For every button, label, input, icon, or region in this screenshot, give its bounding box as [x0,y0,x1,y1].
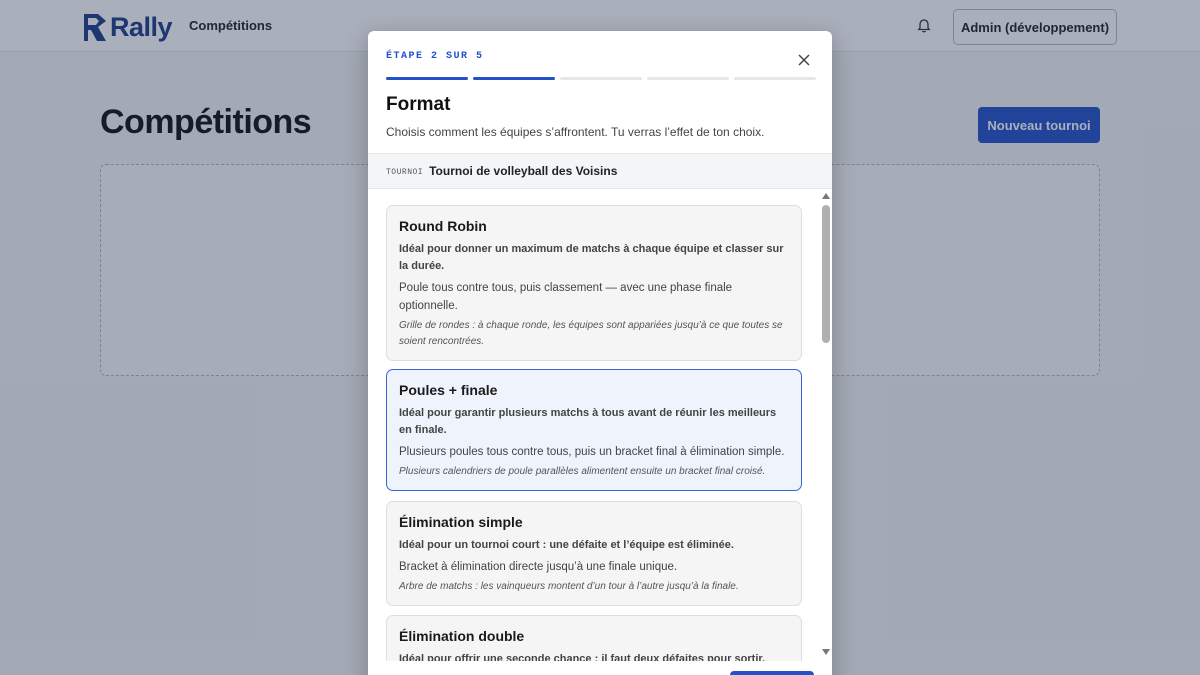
modal-title: Format [386,94,451,115]
format-option-pools-final[interactable]: Poules + finale Idéal pour garantir plus… [386,369,802,491]
format-ideal: Idéal pour garantir plusieurs matchs à t… [399,407,777,436]
format-title: Élimination simple [399,514,523,530]
format-ideal: Idéal pour un tournoi court : une défait… [399,539,734,551]
next-step-button[interactable] [730,671,814,675]
scroll-up-arrow-icon[interactable] [822,193,830,199]
format-title: Round Robin [399,218,487,234]
step-progress-bar [386,77,816,81]
format-note: Plusieurs calendriers de poule parallèle… [399,466,766,477]
close-icon [798,54,810,66]
scroll-down-arrow-icon[interactable] [822,649,830,655]
format-ideal: Idéal pour offrir une seconde chance : i… [399,653,766,661]
format-wizard-modal: ÉTAPE 2 SUR 5 Format Choisis comment les… [368,31,832,675]
format-title: Élimination double [399,628,525,644]
modal-description: Choisis comment les équipes s’affrontent… [386,125,765,139]
format-title: Poules + finale [399,382,498,398]
progress-step-4 [647,77,729,80]
format-note: Arbre de matchs : les vainqueurs montent… [399,581,739,592]
format-option-double-elimination[interactable]: Élimination double Idéal pour offrir une… [386,615,802,661]
progress-step-1 [386,77,468,80]
close-button[interactable] [795,51,813,69]
tournament-tag: TOURNOI [386,167,424,177]
progress-step-5 [734,77,816,80]
step-indicator: ÉTAPE 2 SUR 5 [386,51,484,62]
scrollbar[interactable] [820,193,832,659]
format-description: Bracket à élimination directe jusqu’à un… [399,561,678,573]
tournament-name: Tournoi de volleyball des Voisins [429,164,618,178]
format-ideal: Idéal pour donner un maximum de matchs à… [399,243,784,272]
format-options-list[interactable]: Round Robin Idéal pour donner un maximum… [368,189,832,661]
format-description: Plusieurs poules tous contre tous, puis … [399,446,785,458]
format-description: Poule tous contre tous, puis classement … [399,282,733,312]
progress-step-3 [560,77,642,80]
format-option-single-elimination[interactable]: Élimination simple Idéal pour un tournoi… [386,501,802,606]
format-option-round-robin[interactable]: Round Robin Idéal pour donner un maximum… [386,205,802,361]
tournament-info-bar: TOURNOI Tournoi de volleyball des Voisin… [368,153,832,189]
format-note: Grille de rondes : à chaque ronde, les é… [399,320,783,347]
scrollbar-thumb[interactable] [822,205,830,343]
progress-step-2 [473,77,555,80]
